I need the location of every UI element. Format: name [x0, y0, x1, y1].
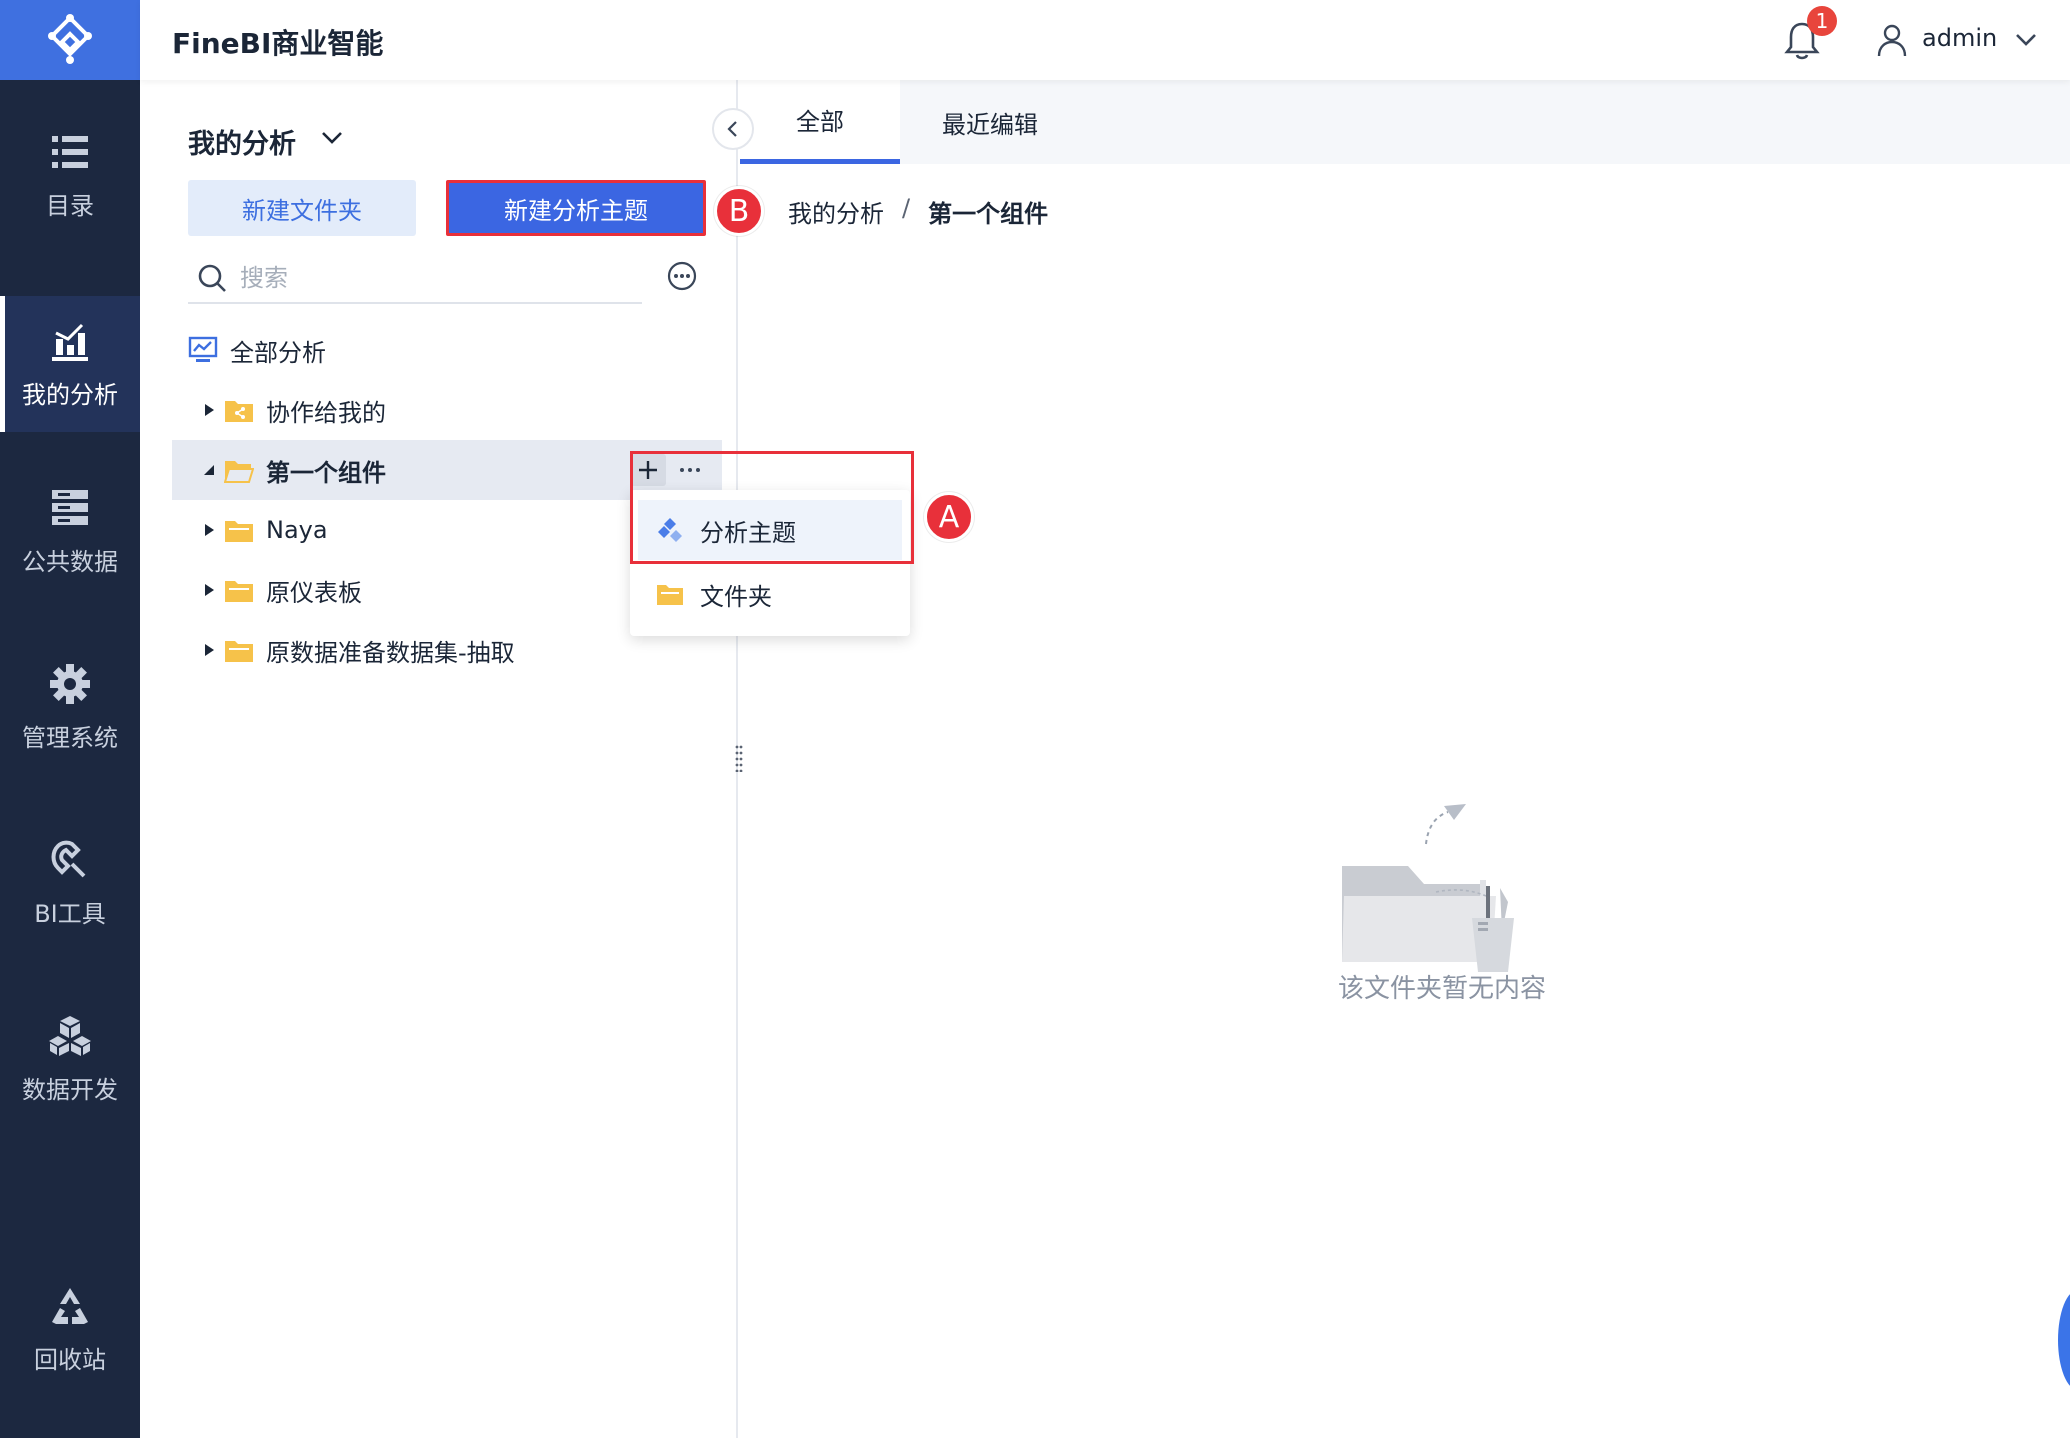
bar-chart-icon	[52, 323, 88, 361]
notification-badge: 1	[1807, 6, 1837, 36]
tree-item-label: 原仪表板	[266, 578, 362, 607]
tab-recent-edits[interactable]: 最近编辑	[900, 80, 1080, 164]
rail-label: 数据开发	[22, 1076, 118, 1104]
folder-icon	[225, 581, 253, 602]
rail-item-my-analysis[interactable]: 我的分析	[0, 296, 140, 432]
tree-item-label: 第一个组件	[266, 458, 386, 487]
row-more-button[interactable]	[672, 454, 708, 486]
cubes-icon	[49, 1016, 91, 1056]
rail-label: 回收站	[34, 1346, 106, 1374]
tree-item-label: 协作给我的	[266, 398, 386, 427]
monitor-chart-icon	[188, 336, 218, 362]
breadcrumb-root[interactable]: 我的分析	[788, 194, 884, 229]
app-title: FineBI商业智能	[172, 27, 384, 60]
rail-label: 管理系统	[22, 724, 118, 752]
rail-item-public-data[interactable]: 公共数据	[0, 464, 140, 599]
caret-right-icon[interactable]	[202, 403, 216, 417]
main-content: 全部 最近编辑 我的分析 / 第一个组件 该文件夹暂无内容	[740, 80, 2070, 1438]
menu-item-label: 分析主题	[700, 518, 796, 547]
breadcrumb-current: 第一个组件	[928, 200, 1049, 228]
rail-label: 目录	[46, 192, 94, 220]
caret-right-icon[interactable]	[202, 523, 216, 537]
annotation-marker-b: B	[714, 186, 764, 236]
ellipsis-icon	[680, 468, 700, 472]
rail-label: 公共数据	[22, 548, 118, 576]
caret-right-icon[interactable]	[202, 643, 216, 657]
tree-item-label: 原数据准备数据集-抽取	[266, 638, 515, 667]
new-folder-button[interactable]: 新建文件夹	[188, 180, 416, 236]
user-icon[interactable]	[1874, 22, 1910, 58]
create-menu: 分析主题 文件夹	[630, 490, 910, 636]
rail-item-bi-tools[interactable]: BI工具	[0, 816, 140, 951]
shared-folder-icon	[225, 401, 253, 422]
menu-item-analysis-subject[interactable]: 分析主题	[638, 500, 902, 560]
app-logo[interactable]	[0, 0, 140, 80]
list-icon	[52, 136, 88, 168]
caret-down-icon[interactable]	[202, 463, 216, 477]
tree-item-shared-with-me[interactable]: 协作给我的	[172, 380, 722, 440]
tab-bar: 全部 最近编辑	[740, 80, 2070, 164]
rail-label: 我的分析	[22, 380, 118, 409]
search-box	[188, 254, 642, 304]
breadcrumb: 我的分析 / 第一个组件	[788, 194, 1048, 229]
folder-icon	[657, 585, 683, 605]
top-bar: FineBI商业智能 1 admin	[140, 0, 2070, 80]
tree-item-all-analysis[interactable]: 全部分析	[172, 320, 722, 380]
tree-item-label: 全部分析	[230, 338, 326, 367]
folder-open-icon	[224, 461, 254, 483]
annotation-marker-a: A	[924, 492, 974, 542]
rail-item-recycle-bin[interactable]: 回收站	[0, 1262, 140, 1397]
chevron-left-icon	[727, 121, 737, 137]
nav-rail: 目录 我的分析 公共数据 管理系统 BI工具 数据开发 回收站	[0, 0, 140, 1438]
folder-icon	[225, 641, 253, 662]
recycle-icon	[52, 1288, 88, 1324]
caret-right-icon[interactable]	[202, 583, 216, 597]
search-icon	[198, 264, 226, 292]
database-icon	[52, 490, 88, 525]
empty-folder-illustration	[1342, 804, 1514, 972]
add-button[interactable]	[630, 454, 666, 486]
rail-item-data-dev[interactable]: 数据开发	[0, 992, 140, 1127]
rail-label: BI工具	[34, 900, 106, 928]
folder-icon	[225, 521, 253, 542]
rail-item-admin[interactable]: 管理系统	[0, 640, 140, 775]
breadcrumb-separator: /	[902, 194, 911, 222]
menu-item-label: 文件夹	[700, 582, 772, 611]
more-options-icon[interactable]	[666, 260, 698, 292]
tool-icon	[51, 840, 86, 878]
username[interactable]: admin	[1922, 24, 1997, 52]
rail-item-catalog[interactable]: 目录	[0, 108, 140, 243]
gear-icon	[50, 664, 90, 704]
tab-all[interactable]: 全部	[740, 80, 900, 164]
search-input[interactable]	[240, 258, 620, 298]
collapse-panel-button[interactable]	[712, 108, 754, 150]
panel-title[interactable]: 我的分析	[188, 122, 296, 161]
menu-item-folder[interactable]: 文件夹	[638, 564, 902, 624]
empty-state-text: 该文件夹暂无内容	[1337, 974, 1546, 1004]
plus-icon	[639, 461, 657, 479]
new-analysis-subject-button[interactable]: 新建分析主题	[446, 180, 706, 236]
chevron-down-icon[interactable]	[2012, 26, 2040, 54]
analysis-panel: 我的分析 新建文件夹 新建分析主题 全部分析 协作给我的	[140, 80, 738, 1438]
logo-icon	[48, 14, 92, 64]
analysis-subject-icon	[658, 518, 682, 542]
chevron-down-icon[interactable]	[318, 124, 346, 152]
tree-item-label: Naya	[266, 516, 328, 544]
